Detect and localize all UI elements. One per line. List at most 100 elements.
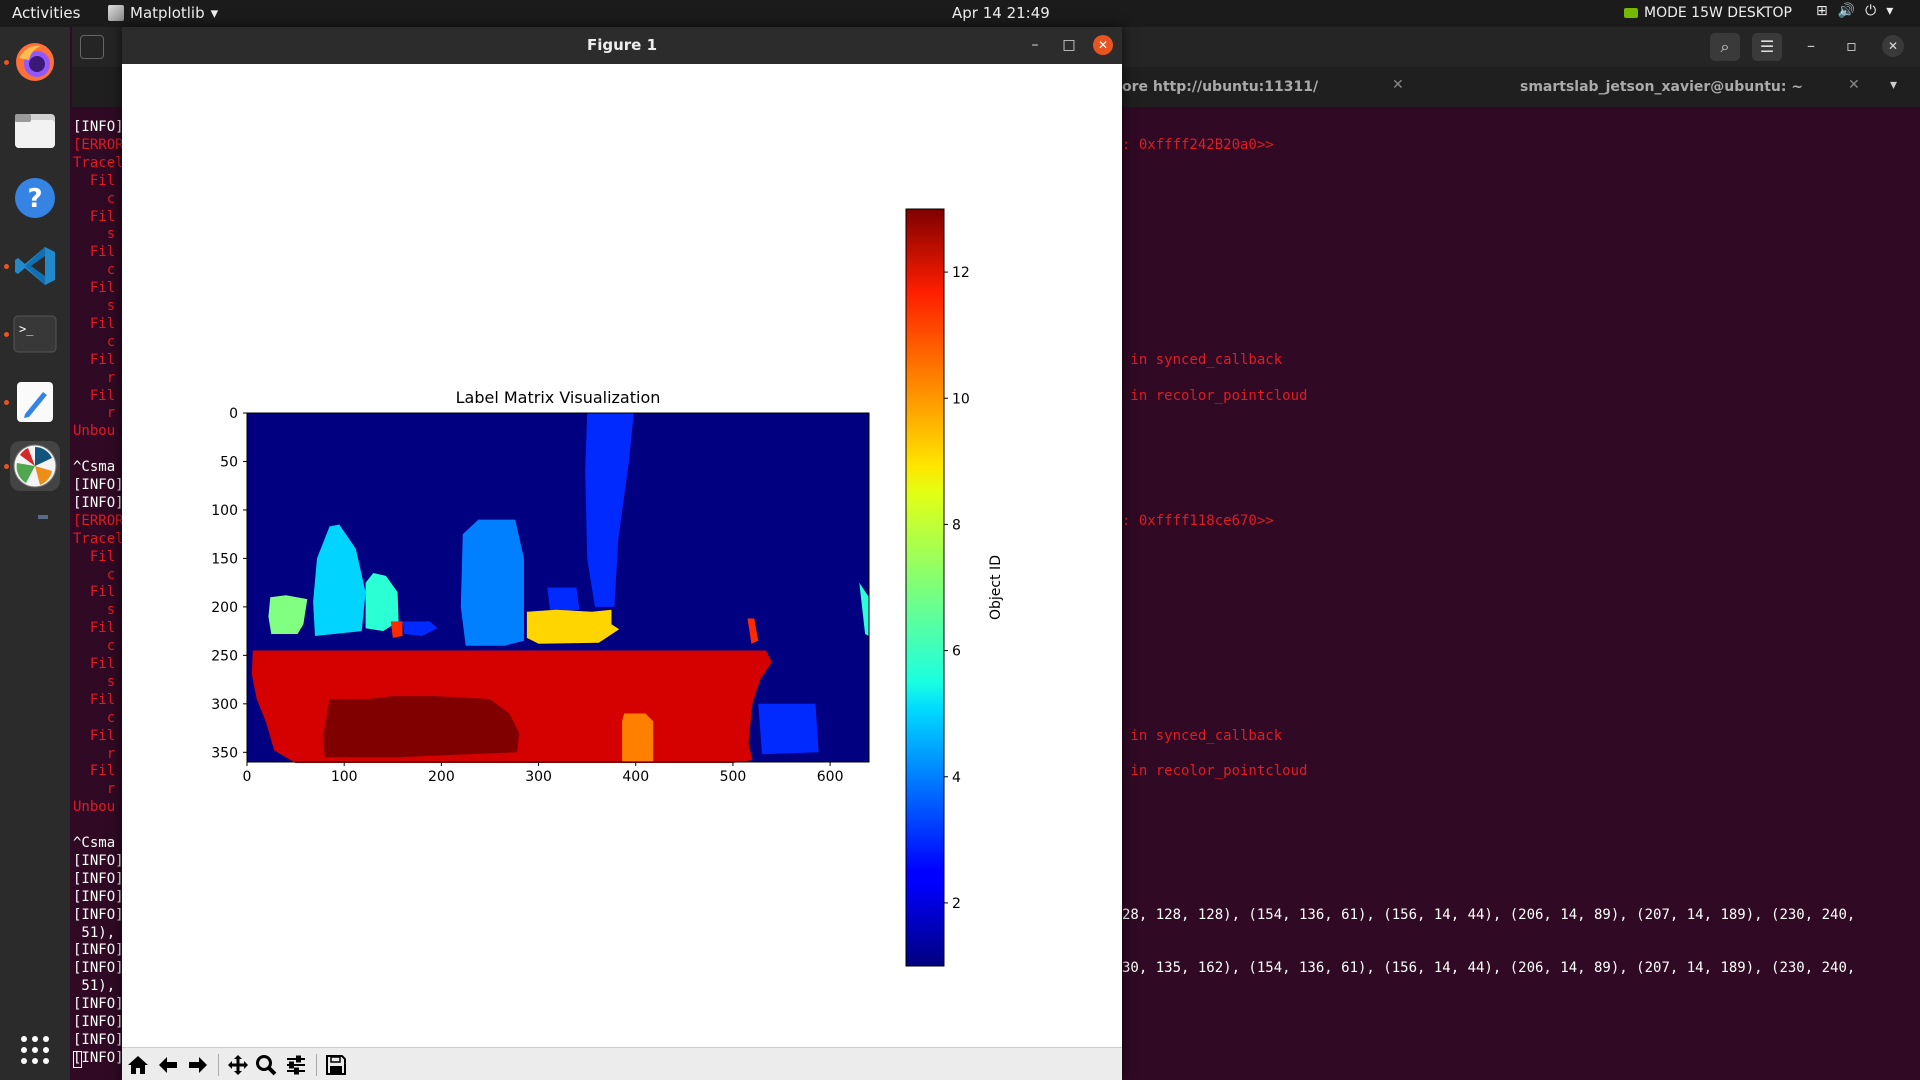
- terminal-line: [INFO]: [73, 477, 124, 493]
- terminal-line: [INFO]: [73, 942, 124, 959]
- minimize-icon[interactable]: –: [1807, 36, 1815, 55]
- label-region: [390, 621, 403, 638]
- network-icon[interactable]: ⊞: [1816, 3, 1828, 19]
- matplotlib-app-icon: [108, 5, 124, 21]
- chevron-down-icon: ▾: [210, 4, 219, 22]
- tab-list-dropdown-icon[interactable]: ▾: [1890, 77, 1897, 93]
- colorbar-tick-label: 6: [952, 644, 961, 660]
- terminal-line: Tracel: [73, 530, 124, 547]
- label-region: [547, 587, 580, 612]
- chevron-down-icon[interactable]: ▾: [1886, 3, 1893, 19]
- colorbar-tick-label: 10: [952, 391, 970, 407]
- terminal-line: Fil: [73, 351, 116, 368]
- configure-icon[interactable]: [282, 1051, 310, 1079]
- toolbar-separator: [316, 1054, 317, 1076]
- power-icon[interactable]: ⏻: [1865, 3, 1876, 19]
- terminal-cursor: [73, 1051, 82, 1068]
- terminal-line: [INFO]: [73, 852, 124, 869]
- terminal-line: Fil: [73, 727, 116, 744]
- maximize-icon[interactable]: ▫: [1846, 36, 1857, 55]
- close-tab-icon[interactable]: ✕: [1848, 77, 1860, 93]
- terminal-tab-1[interactable]: ore http://ubuntu:11311/: [1122, 79, 1318, 95]
- y-tick-label: 150: [211, 551, 238, 567]
- svg-text:>_: >_: [19, 322, 34, 336]
- clock[interactable]: Apr 14 21:49: [952, 4, 1050, 22]
- nvidia-icon: [1624, 8, 1638, 18]
- matplotlib-icon[interactable]: [10, 441, 60, 491]
- close-icon[interactable]: ✕: [1882, 35, 1904, 57]
- figure-canvas[interactable]: Label Matrix Visualization 0 100 200 300 400 5…: [122, 64, 1122, 1047]
- activities-button[interactable]: Activities: [12, 4, 80, 22]
- y-tick-label: 300: [211, 697, 238, 713]
- colorbar-tick-label: 12: [952, 265, 970, 281]
- terminal-line: s: [73, 226, 116, 243]
- workspace-indicator: [38, 515, 48, 519]
- files-icon[interactable]: [10, 105, 60, 155]
- zoom-icon[interactable]: [252, 1051, 280, 1079]
- terminal-line: r: [73, 781, 116, 798]
- back-icon[interactable]: [154, 1051, 182, 1079]
- terminal-line: [INFO]: [73, 960, 124, 977]
- terminal-line: Fil: [73, 280, 116, 297]
- terminal-line: Fil: [73, 244, 116, 261]
- terminal-line: : 0xffff118ce670>>: [1122, 512, 1274, 529]
- terminal-line: Unbou: [73, 799, 116, 816]
- terminal-line: Fil: [73, 691, 116, 708]
- matplotlib-figure-window[interactable]: Figure 1 – □ ✕ Label Matrix Visualizatio…: [122, 27, 1122, 1080]
- x-tick-label: 200: [428, 769, 455, 785]
- terminal-line: c: [73, 566, 116, 583]
- vscode-icon[interactable]: [10, 241, 60, 291]
- top-bar: Activities Matplotlib ▾ Apr 14 21:49 MOD…: [0, 0, 1920, 27]
- y-tick-label: 100: [211, 503, 238, 519]
- terminal-line: Fil: [73, 208, 116, 225]
- app-menu[interactable]: Matplotlib ▾: [108, 4, 218, 22]
- forward-icon[interactable]: [184, 1051, 212, 1079]
- system-tray[interactable]: ⊞ 🔊 ⏻ ▾: [1816, 3, 1893, 19]
- app-name: Matplotlib: [130, 4, 205, 22]
- close-button[interactable]: ✕: [1093, 35, 1113, 55]
- terminal-icon[interactable]: >_: [10, 309, 60, 359]
- help-icon[interactable]: ?: [10, 173, 60, 223]
- terminal-line: c: [73, 333, 116, 350]
- terminal-line: r: [73, 369, 116, 386]
- terminal-line: [INFO]: [73, 870, 124, 887]
- terminal-line: ^Csma: [73, 459, 116, 476]
- window-titlebar[interactable]: Figure 1 – □ ✕: [122, 27, 1122, 64]
- power-mode-label: MODE 15W DESKTOP: [1644, 5, 1792, 21]
- label-region: [622, 713, 654, 762]
- terminal-line: s: [73, 298, 116, 314]
- minimize-button[interactable]: –: [1025, 35, 1045, 55]
- terminal-line: in synced_callback: [1122, 351, 1283, 368]
- label-matrix-chart[interactable]: Label Matrix Visualization0 100 200 300 400 5…: [122, 64, 1122, 1047]
- hamburger-menu-icon[interactable]: ☰: [1752, 33, 1782, 61]
- close-tab-icon[interactable]: ✕: [1392, 77, 1404, 93]
- terminal-line: Fil: [73, 584, 116, 601]
- svg-text:?: ?: [27, 184, 42, 214]
- terminal-line: Fil: [73, 656, 116, 672]
- home-icon[interactable]: [124, 1051, 152, 1079]
- firefox-icon[interactable]: [10, 37, 60, 87]
- maximize-button[interactable]: □: [1059, 35, 1079, 55]
- power-mode-indicator[interactable]: MODE 15W DESKTOP: [1624, 5, 1792, 21]
- save-icon[interactable]: [322, 1051, 350, 1079]
- terminal-line: [INFO]: [73, 119, 124, 135]
- x-tick-label: 100: [331, 769, 358, 785]
- y-tick-label: 350: [211, 745, 238, 761]
- chart-title: Label Matrix Visualization: [456, 388, 661, 407]
- label-region: [460, 519, 524, 646]
- pan-icon[interactable]: [224, 1051, 252, 1079]
- terminal-line: 51),: [73, 978, 116, 995]
- terminal-line: [INFO]: [73, 888, 124, 905]
- terminal-line: r: [73, 745, 116, 762]
- terminal-tab-2[interactable]: smartslab_jetson_xavier@ubuntu: ~: [1520, 79, 1803, 95]
- text-editor-icon[interactable]: [10, 377, 60, 427]
- show-apps-icon[interactable]: [10, 1025, 60, 1075]
- terminal-line: c: [73, 190, 116, 207]
- terminal-line: Unbou: [73, 423, 116, 440]
- terminal-line: Fil: [73, 620, 116, 637]
- volume-icon[interactable]: 🔊: [1838, 3, 1855, 19]
- new-tab-icon[interactable]: [80, 35, 104, 59]
- terminal-line: Fil: [73, 172, 116, 189]
- search-icon[interactable]: ⌕: [1710, 33, 1740, 61]
- x-tick-label: 500: [720, 769, 747, 785]
